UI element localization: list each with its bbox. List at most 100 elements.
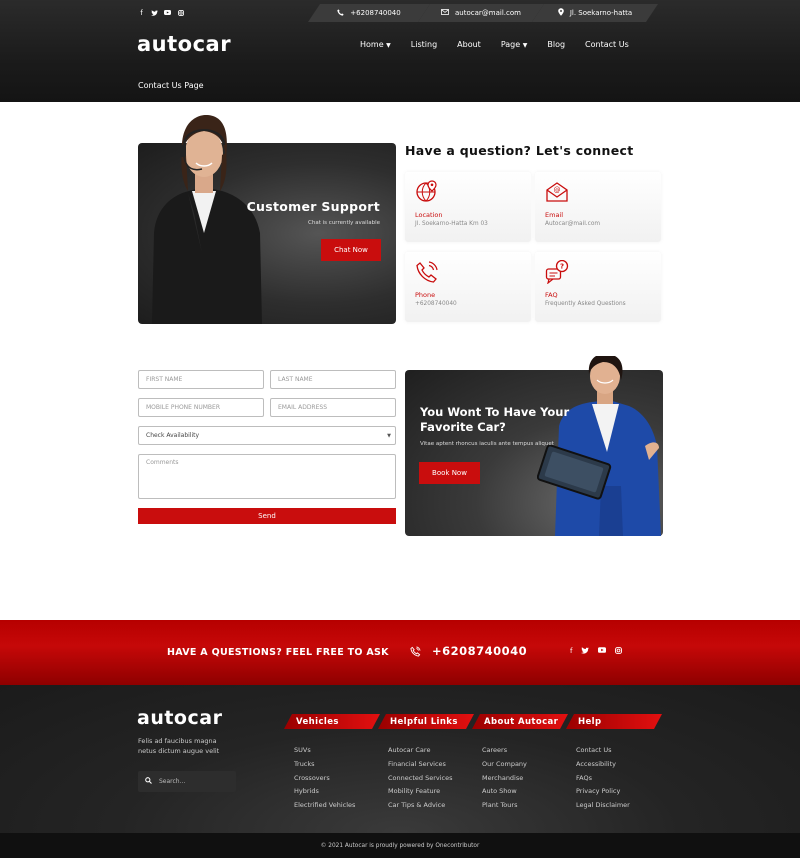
nav-page-label: Page [500, 40, 521, 49]
footer-link[interactable]: Accessibility [576, 758, 630, 772]
location-card[interactable]: Location Jl. Soekarno-Hatta Km 03 [405, 172, 531, 242]
header-email[interactable]: autocar@mail.com [418, 4, 544, 22]
footer-link[interactable]: FAQs [576, 772, 630, 786]
phone-label: Phone [415, 291, 436, 299]
nav-item-blog[interactable]: Blog [547, 40, 565, 49]
mobile-phone-field[interactable]: MOBILE PHONE NUMBER [138, 398, 264, 417]
location-pin-icon [558, 8, 564, 18]
location-label: Location [415, 211, 443, 219]
instagram-icon[interactable] [615, 647, 623, 656]
footer-link[interactable]: Autocar Care [388, 744, 452, 758]
footer-link[interactable]: Electrified Vehicles [294, 799, 355, 813]
footer-logo[interactable]: autocar [137, 707, 222, 729]
facebook-icon[interactable]: f [138, 8, 145, 17]
chat-now-button[interactable]: Chat Now [321, 239, 381, 261]
footer-link[interactable]: Car Tips & Advice [388, 799, 452, 813]
email-address-field[interactable]: EMAIL ADDRESS [270, 398, 396, 417]
footer-col-about-title: About Autocar [472, 714, 568, 729]
footer-link[interactable]: Trucks [294, 758, 355, 772]
email-card[interactable]: @ Email Autocar@mail.com [535, 172, 661, 242]
site-logo[interactable]: autocar [137, 32, 231, 56]
copyright-bar: © 2021 Autocar is proudly powered by One… [0, 833, 800, 858]
nav-item-listing[interactable]: Listing [411, 40, 437, 49]
cta-text: HAVE A QUESTIONS? FEEL FREE TO ASK [167, 647, 389, 658]
header-address[interactable]: Jl. Soekarno-hatta [532, 4, 658, 22]
footer-link[interactable]: Crossovers [294, 772, 355, 786]
sales-agent-image [537, 356, 661, 536]
page-title: Contact Us Page [138, 81, 204, 90]
first-name-field[interactable]: FIRST NAME [138, 370, 264, 389]
twitter-icon[interactable] [581, 647, 590, 656]
header-address-text: Jl. Soekarno-hatta [569, 9, 633, 17]
cta-phone[interactable]: +6208740040 [432, 644, 527, 658]
customer-support-card: Customer Support Chat is currently avail… [138, 115, 396, 324]
youtube-icon[interactable] [598, 647, 607, 656]
promo-subtitle: Vitae aptent rhoncus iaculis ante tempus… [420, 441, 554, 447]
site-footer: autocar Felis ad faucibus magna netus di… [0, 685, 800, 833]
phone-value: +6208740040 [415, 301, 457, 307]
header-phone-text: +6208740040 [350, 9, 401, 17]
comments-textarea[interactable]: Comments [138, 454, 396, 499]
contact-heading: Have a question? Let's connect [405, 143, 634, 158]
band-social-links: f [570, 647, 623, 656]
footer-link[interactable]: Careers [482, 744, 527, 758]
footer-link[interactable]: SUVs [294, 744, 355, 758]
faq-card[interactable]: ? FAQ Frequently Asked Questions [535, 252, 661, 322]
instagram-icon[interactable] [177, 8, 184, 17]
twitter-icon[interactable] [151, 8, 158, 17]
nav-item-page[interactable]: Page ▼ [501, 40, 528, 49]
phone-icon [337, 9, 344, 18]
svg-text:?: ? [560, 263, 564, 271]
email-label: Email [545, 211, 564, 219]
phone-card[interactable]: Phone +6208740040 [405, 252, 531, 322]
footer-link[interactable]: Mobility Feature [388, 785, 452, 799]
footer-col-help-title: Help [566, 714, 662, 729]
footer-link[interactable]: Our Company [482, 758, 527, 772]
facebook-icon[interactable]: f [570, 647, 572, 656]
footer-link[interactable]: Legal Disclaimer [576, 799, 630, 813]
search-input[interactable]: Search... [159, 778, 185, 785]
faq-value: Frequently Asked Questions [545, 301, 626, 307]
footer-col-vehicles-title: Vehicles [284, 714, 380, 729]
main-nav: Home ▼ Listing About Page ▼ Blog Contact… [360, 40, 629, 49]
location-value: Jl. Soekarno-Hatta Km 03 [415, 221, 488, 227]
availability-select-value: Check Availability [146, 432, 200, 439]
book-now-button[interactable]: Book Now [419, 462, 480, 484]
footer-link[interactable]: Contact Us [576, 744, 630, 758]
footer-link[interactable]: Connected Services [388, 772, 452, 786]
chevron-down-icon: ▼ [522, 42, 528, 49]
footer-link[interactable]: Hybrids [294, 785, 355, 799]
header-phone[interactable]: +6208740040 [308, 4, 430, 22]
nav-item-home[interactable]: Home ▼ [360, 40, 391, 49]
footer-link[interactable]: Auto Show [482, 785, 527, 799]
favorite-car-promo: You Wont To Have Your Favorite Car? Vita… [405, 356, 663, 536]
search-icon [145, 777, 152, 786]
last-name-field[interactable]: LAST NAME [270, 370, 396, 389]
send-button[interactable]: Send [138, 508, 396, 524]
location-globe-icon [416, 180, 437, 202]
footer-link[interactable]: Financial Services [388, 758, 452, 772]
nav-item-contact[interactable]: Contact Us [585, 40, 629, 49]
mail-icon [441, 9, 449, 17]
copyright-text: © 2021 Autocar is proudly powered by One… [320, 842, 480, 849]
footer-link[interactable]: Plant Tours [482, 799, 527, 813]
phone-ringing-icon [410, 646, 421, 657]
footer-link[interactable]: Privacy Policy [576, 785, 630, 799]
cta-band: HAVE A QUESTIONS? FEEL FREE TO ASK +6208… [0, 620, 800, 685]
nav-item-about[interactable]: About [457, 40, 481, 49]
faq-chat-icon: ? [545, 260, 569, 284]
youtube-icon[interactable] [164, 8, 171, 17]
phone-ringing-icon [416, 261, 438, 283]
footer-col-vehicles: SUVs Trucks Crossovers Hybrids Electrifi… [294, 744, 355, 813]
svg-text:@: @ [554, 186, 561, 194]
footer-link[interactable]: Merchandise [482, 772, 527, 786]
support-title: Customer Support [246, 199, 380, 214]
footer-description: Felis ad faucibus magna netus dictum aug… [138, 737, 220, 755]
availability-select[interactable]: Check Availability ▼ [138, 426, 396, 445]
nav-home-label: Home [360, 40, 384, 49]
faq-label: FAQ [545, 291, 558, 299]
header-email-text: autocar@mail.com [455, 9, 521, 17]
footer-search[interactable]: Search... [138, 771, 236, 792]
email-value: Autocar@mail.com [545, 221, 601, 227]
top-social-links: f [138, 8, 184, 17]
